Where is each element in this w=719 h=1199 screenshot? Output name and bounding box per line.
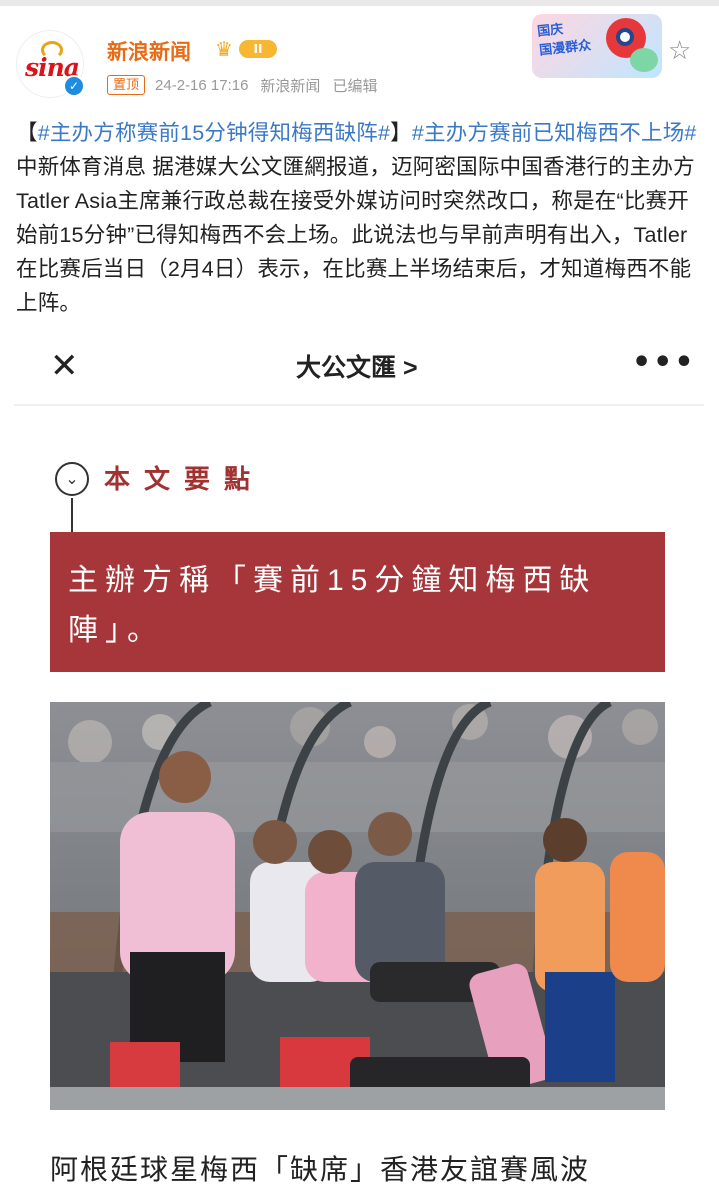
status-bar-strip bbox=[0, 0, 719, 6]
post-meta: 置顶 24-2-16 17:16 新浪新闻 已编辑 bbox=[107, 74, 389, 96]
more-options-icon[interactable]: ••• bbox=[632, 348, 696, 378]
chevron-down-icon: ⌄ bbox=[55, 462, 89, 496]
key-point-highlight: 主辦方稱「賽前15分鐘知梅西缺陣」。 bbox=[50, 532, 665, 672]
pinned-badge: 置顶 bbox=[107, 75, 146, 95]
hashtag-link[interactable]: #主办方称赛前15分钟得知梅西缺阵# bbox=[38, 121, 390, 145]
level-label: II bbox=[239, 40, 277, 58]
post-body: 【#主办方称赛前15分钟得知梅西缺阵#】#主办方赛前已知梅西不上场# 中新体育消息… bbox=[16, 116, 706, 320]
hashtag-link[interactable]: #主办方赛前已知梅西不上场# bbox=[412, 121, 697, 145]
sticker-text: 国庆 国漫群众 bbox=[536, 21, 592, 58]
account-name[interactable]: 新浪新闻 bbox=[107, 36, 191, 66]
event-sticker[interactable]: 国庆 国漫群众 bbox=[532, 14, 662, 78]
favorite-star-icon[interactable]: ☆ bbox=[668, 38, 691, 64]
article-source-link[interactable]: 大公文匯 > bbox=[296, 350, 418, 386]
article-photo[interactable] bbox=[50, 702, 665, 1110]
key-points-connector bbox=[71, 498, 73, 532]
close-icon[interactable]: ✕ bbox=[50, 348, 79, 384]
post-timestamp: 24-2-16 17:16 bbox=[155, 76, 249, 94]
mascot-hand-icon bbox=[630, 48, 658, 72]
crown-icon: ♛ bbox=[215, 37, 233, 61]
vip-level-badge[interactable]: ♛ II bbox=[215, 38, 279, 60]
key-point-text: 主辦方稱「賽前15分鐘知梅西缺陣」。 bbox=[68, 564, 597, 647]
post-body-text: 中新体育消息 据港媒大公文匯網报道，迈阿密国际中国香港行的主办方Tatler A… bbox=[16, 155, 695, 315]
bracket-open: 【 bbox=[16, 121, 38, 145]
bracket-close: 】 bbox=[390, 121, 412, 145]
verified-icon: ✓ bbox=[63, 75, 85, 97]
photo-illustration bbox=[50, 702, 665, 1110]
edited-label[interactable]: 已编辑 bbox=[332, 75, 377, 96]
post-source: 新浪新闻 bbox=[260, 77, 321, 95]
divider bbox=[14, 404, 704, 406]
article-headline: 阿根廷球星梅西「缺席」香港友誼賽風波 bbox=[50, 1154, 591, 1185]
key-points-label: 本文要點 bbox=[104, 464, 265, 494]
